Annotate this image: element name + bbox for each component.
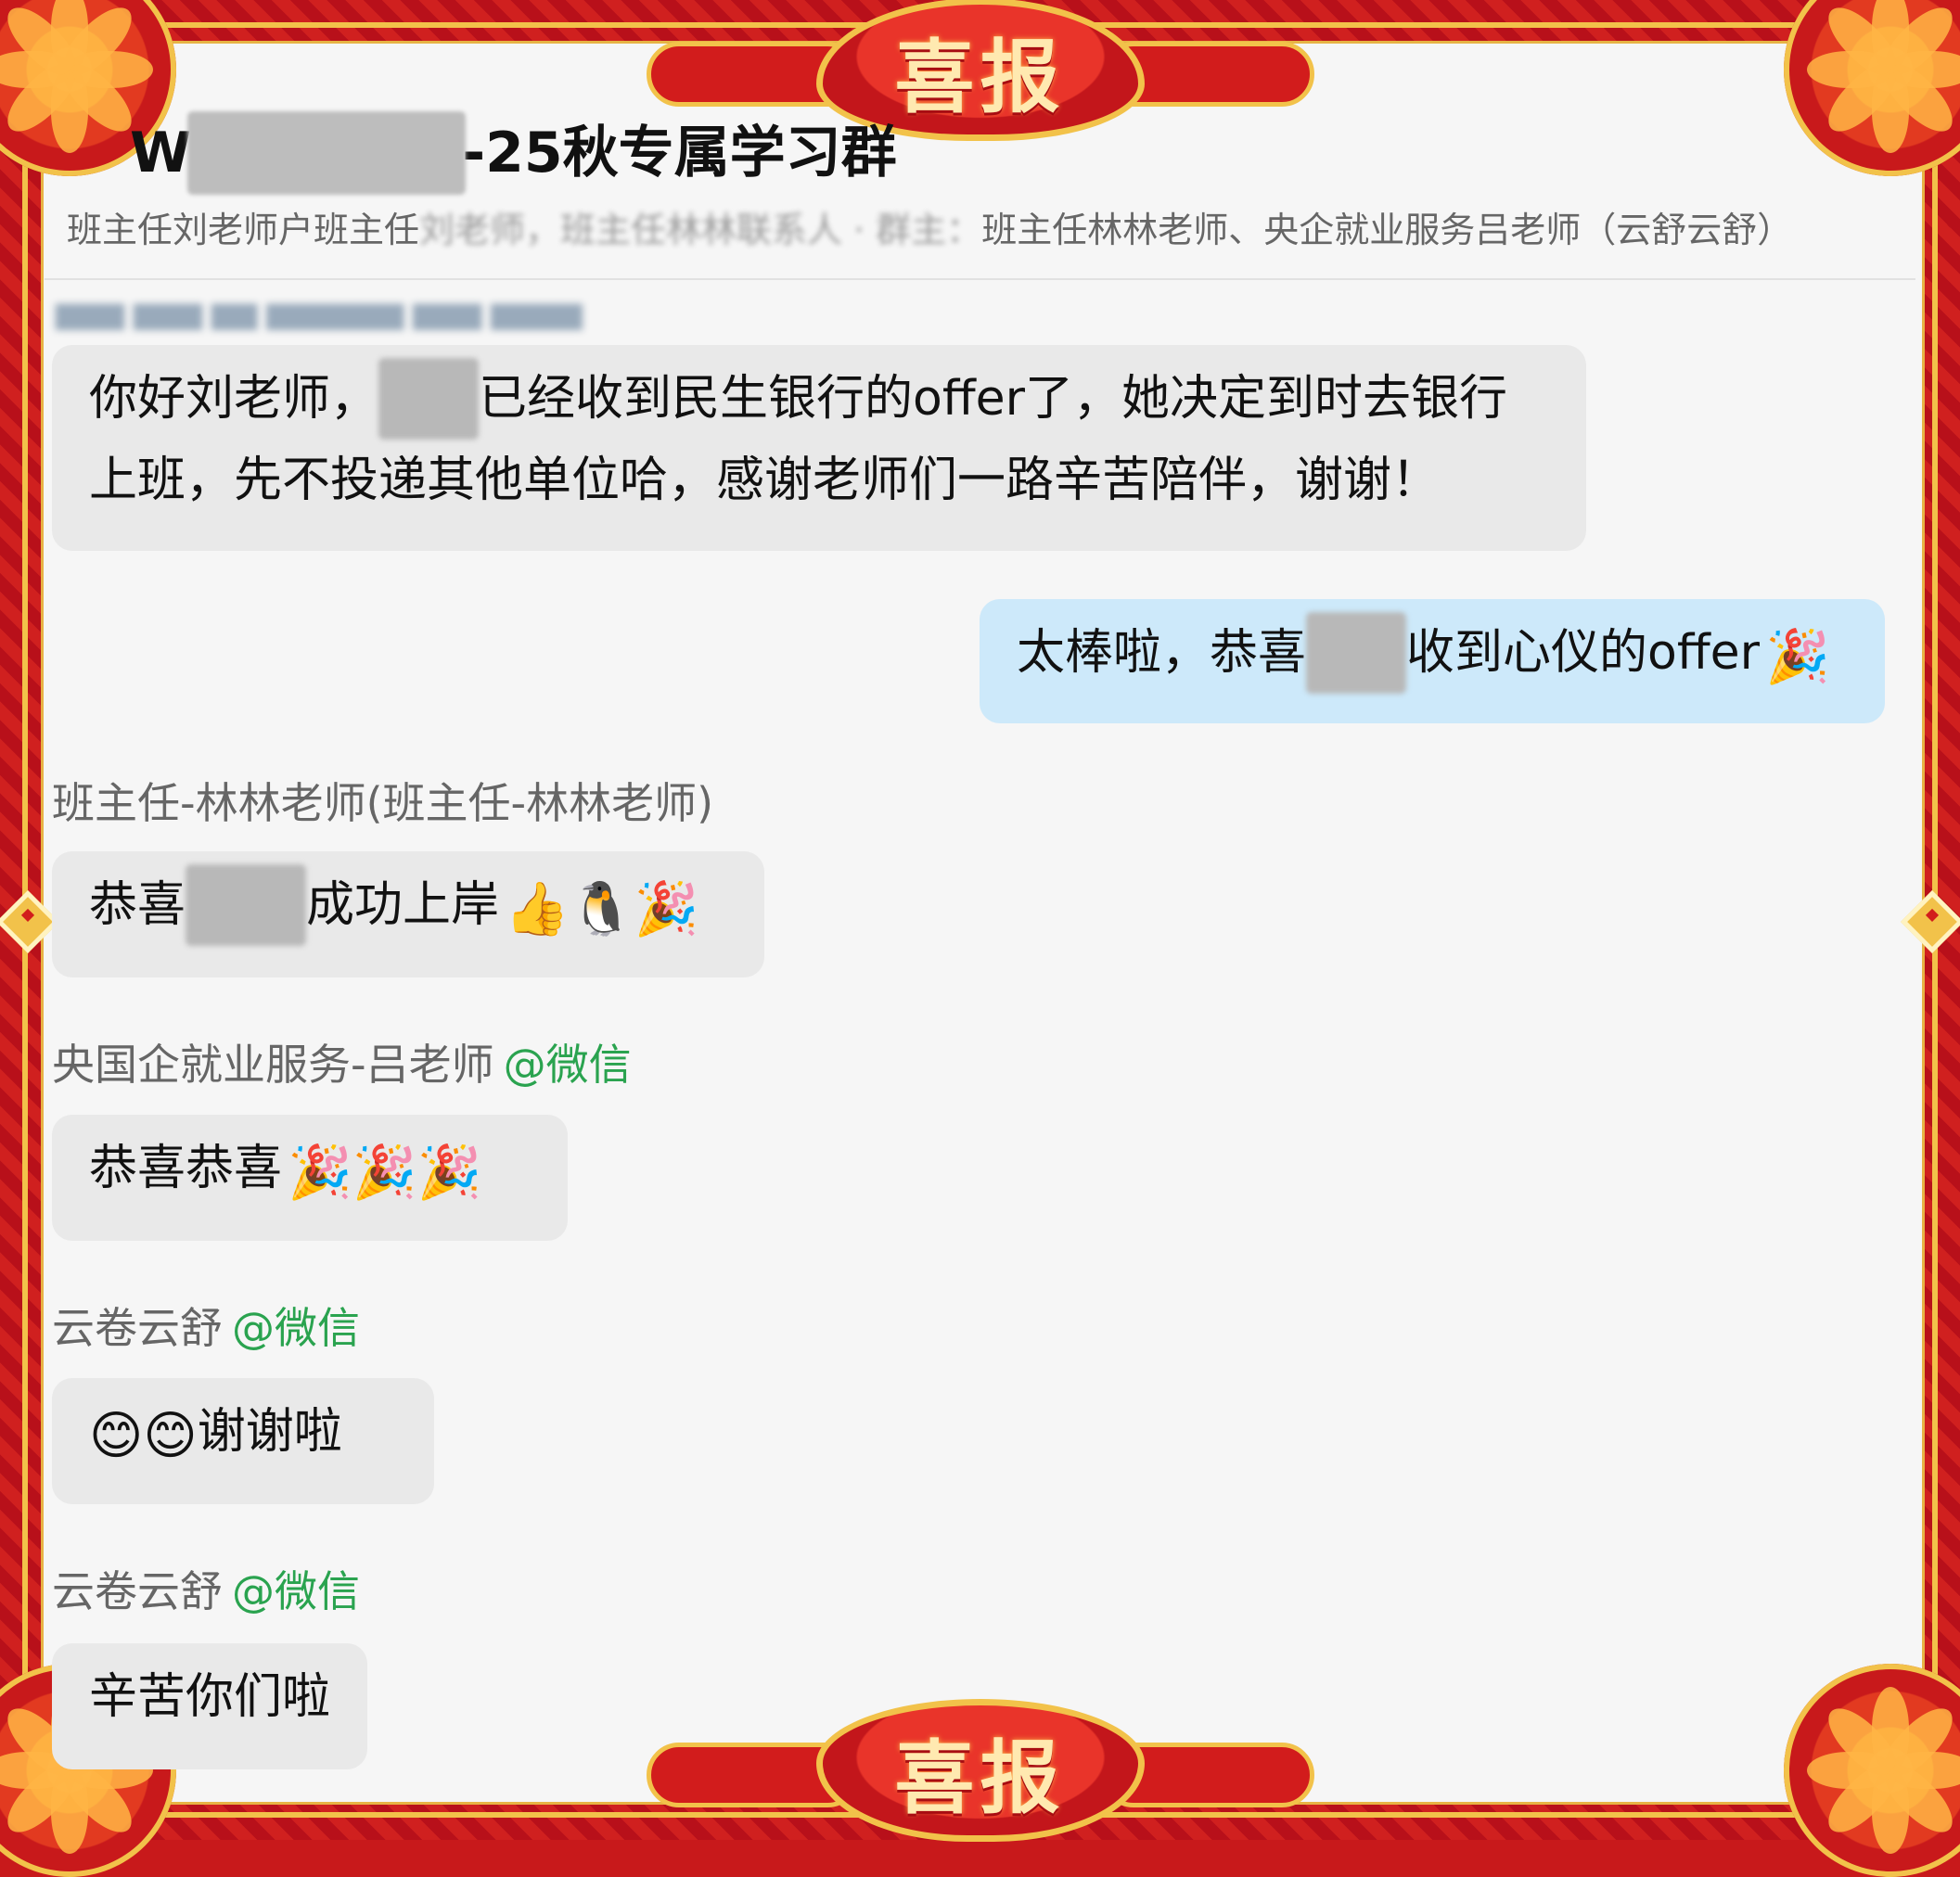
message-text: 辛苦你们啦 — [89, 1669, 331, 1725]
chat-title-prefix: W — [130, 121, 192, 185]
redacted-name — [378, 358, 480, 440]
message-bubble[interactable]: 辛苦你们啦 — [52, 1643, 367, 1769]
banner-title: 喜报 — [894, 30, 1066, 124]
redacted-name — [186, 864, 307, 946]
message-text: 成功上岸 — [306, 877, 500, 933]
message-text: 你好刘老师， — [89, 371, 379, 427]
chat-header: W -25秋专属学习群 — [130, 111, 1904, 195]
sender-row[interactable]: 云卷云舒 @微信 — [52, 1564, 360, 1619]
message-text: 收到心仪的offer — [1406, 625, 1761, 681]
member-list[interactable]: 班主任刘老师户班主任刘老师，班主任林林联系人 · 群主：班主任林林老师、央企就业… — [67, 202, 1903, 258]
sender-name: 云卷云舒 — [52, 1303, 223, 1353]
sender-row[interactable]: 云卷云舒 @微信 — [52, 1300, 360, 1356]
member-list-visible: 班主任刘老师户班主任 — [67, 210, 420, 250]
banner-title: 喜报 — [894, 1730, 1066, 1825]
message-bubble-self[interactable]: 太棒啦，恭喜 收到心仪的offer 🎉 — [980, 599, 1885, 723]
party-popper-icon: 🎉🎉🎉 — [288, 1143, 482, 1203]
blurred-sender: ▆▆▆ ▆▆▆ ▆▆ ▆▆▆▆▆▆ ▆▆▆ ▆▆▆▆ — [56, 295, 583, 330]
message-bubble[interactable]: 恭喜 成功上岸 👍🐧🎉 — [52, 851, 764, 977]
member-list-rest: 班主任林林老师、央企就业服务吕老师（云舒云舒） — [981, 210, 1793, 250]
message-text: 上班，先不投递其他单位哈，感谢老师们一路辛苦陪伴，谢谢！ — [89, 453, 1441, 508]
wechat-tag: @微信 — [503, 1040, 632, 1090]
message-text: 恭喜 — [89, 877, 186, 933]
redacted-block — [187, 111, 467, 195]
wechat-tag: @微信 — [232, 1303, 360, 1353]
sender-name: 央国企就业服务-吕老师 — [52, 1040, 494, 1090]
message-text: 恭喜恭喜 — [89, 1141, 283, 1196]
message-text: 谢谢啦 — [197, 1404, 342, 1460]
member-list-blurred: 刘老师，班主任林林联系人 · 群主： — [419, 210, 982, 250]
message-bubble[interactable]: 😊😊谢谢啦 — [52, 1378, 434, 1504]
banner-plate: 喜报 — [815, 1699, 1145, 1842]
chat-title[interactable]: W -25秋专属学习群 — [130, 111, 1904, 195]
wechat-tag: @微信 — [232, 1566, 360, 1616]
header-divider — [45, 278, 1915, 280]
thumbs-up-penguin-party-icon: 👍🐧🎉 — [505, 879, 699, 939]
message-text: 太棒啦，恭喜 — [1017, 625, 1307, 681]
chat-title-suffix: -25秋专属学习群 — [462, 121, 897, 185]
bottom-banner: 喜报 — [646, 1699, 1314, 1842]
sender-row[interactable]: 央国企就业服务-吕老师 @微信 — [52, 1037, 632, 1092]
redacted-name — [1306, 612, 1407, 694]
message-bubble[interactable]: 你好刘老师， 已经收到民生银行的offer了，她决定到时去银行 上班，先不投递其他… — [52, 345, 1586, 551]
sender-name: 云卷云舒 — [52, 1566, 223, 1616]
sender-name[interactable]: 班主任-林林老师(班主任-林林老师) — [52, 775, 713, 831]
party-popper-icon: 🎉 — [1765, 627, 1830, 687]
message-bubble[interactable]: 恭喜恭喜 🎉🎉🎉 — [52, 1115, 568, 1241]
smiling-face-icon: 😊😊 — [89, 1406, 198, 1466]
message-text: 已经收到民生银行的offer了，她决定到时去银行 — [479, 371, 1508, 427]
